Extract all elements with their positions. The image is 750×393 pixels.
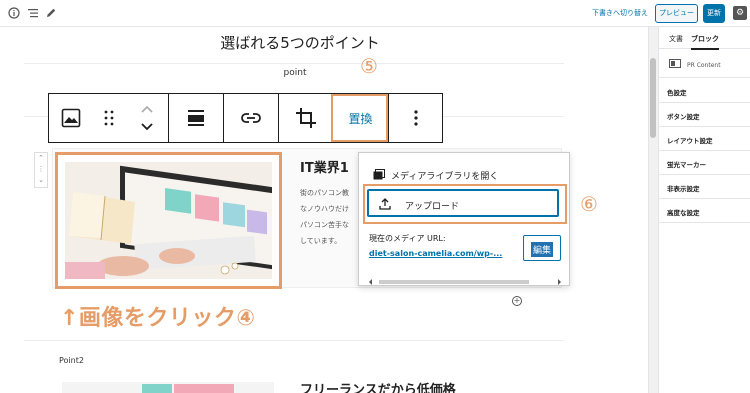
sidebar-divider — [659, 150, 750, 151]
crop-icon[interactable] — [279, 94, 332, 142]
article-text-line[interactable]: なノウハウだけ — [300, 204, 349, 214]
edit-url-label: 編集 — [531, 242, 554, 257]
block-card: PR Content — [669, 59, 721, 69]
block-name: PR Content — [687, 62, 721, 69]
click-image-annotation: ↑画像をクリック④ — [60, 306, 256, 331]
link-icon[interactable] — [224, 94, 278, 142]
media-library-icon — [373, 169, 385, 180]
toolbar-group-block-type — [49, 94, 169, 142]
divider — [24, 63, 564, 64]
sidebar-divider — [659, 174, 750, 175]
pencil-icon[interactable] — [45, 7, 57, 19]
sidebar-divider — [659, 77, 750, 78]
point2-label[interactable]: Point2 — [59, 356, 84, 365]
sidebar-panel-layout[interactable]: レイアウト設定 — [667, 135, 713, 145]
editor-top-bar: 下書きへ切り替え プレビュー 更新 ⚙ — [0, 0, 750, 27]
sidebar-panel-visibility[interactable]: 非表示設定 — [667, 183, 700, 193]
settings-sidebar: 文書 ブロック PR Content 色設定 ボタン設定 レイアウト設定 蛍光マ… — [658, 27, 750, 393]
sidebar-panel-advanced[interactable]: 高度な設定 — [667, 207, 700, 217]
edit-url-button[interactable]: 編集 — [523, 235, 561, 261]
switch-to-draft-link[interactable]: 下書きへ切り替え — [592, 8, 648, 18]
editor-scroll-thumb[interactable] — [650, 58, 656, 138]
open-media-library-label: メディアライブラリを開く — [391, 172, 499, 182]
article-text-line[interactable]: 街のパソコン教 — [300, 188, 349, 198]
sidebar-panel-color[interactable]: 色設定 — [667, 87, 687, 97]
toolbar-group-align — [169, 94, 224, 142]
toolbar-group-more — [389, 94, 442, 142]
sidebar-divider — [659, 102, 750, 103]
point2-image[interactable] — [62, 380, 274, 393]
align-icon[interactable] — [169, 94, 223, 142]
popover-horizontal-scrollbar[interactable] — [367, 271, 563, 285]
tab-document[interactable]: 文書 — [669, 34, 683, 44]
list-view-icon[interactable] — [27, 7, 39, 19]
point-label[interactable]: point — [270, 68, 320, 78]
add-block-icon[interactable]: + — [512, 296, 522, 306]
block-type-icon — [669, 59, 681, 68]
sidebar-panel-button[interactable]: ボタン設定 — [667, 111, 700, 121]
divider — [24, 340, 564, 341]
article-title[interactable]: IT業界1 — [300, 157, 349, 176]
section-heading[interactable]: 選ばれる5つのポイント — [150, 32, 450, 53]
block-mover-handle[interactable]: ⌃ ⋮ ⌄ — [34, 152, 48, 188]
open-media-library-item[interactable]: メディアライブラリを開く — [373, 169, 498, 182]
tab-block[interactable]: ブロック — [691, 34, 719, 50]
upload-highlight — [363, 184, 567, 224]
replace-button-highlight — [331, 94, 388, 142]
sidebar-divider — [659, 126, 750, 127]
point2-title[interactable]: フリーランスだから低価格 — [300, 379, 456, 393]
current-media-url-label: 現在のメディア URL: — [369, 234, 446, 243]
step-5-marker: ⑤ — [360, 54, 378, 78]
preview-button[interactable]: プレビュー — [655, 4, 698, 23]
current-media-url-link[interactable]: diet-salon-camelia.com/wp-... — [369, 249, 502, 258]
step-6-marker: ⑥ — [580, 192, 598, 216]
article-text-line[interactable]: しています。 — [300, 236, 341, 246]
sidebar-panel-marker[interactable]: 蛍光マーカー — [667, 159, 706, 169]
sidebar-tabs: 文書 ブロック — [659, 27, 750, 50]
sidebar-divider — [659, 222, 750, 223]
article-text-line[interactable]: パソコン苦手な — [300, 220, 349, 230]
image-block-icon[interactable] — [52, 94, 90, 142]
move-up-down-icon[interactable] — [128, 94, 166, 142]
toolbar-group-link — [224, 94, 279, 142]
selected-image-highlight[interactable] — [55, 152, 282, 289]
info-icon[interactable] — [8, 7, 20, 19]
more-options-icon[interactable] — [389, 94, 442, 142]
sidebar-divider — [659, 198, 750, 199]
update-button[interactable]: 更新 — [703, 4, 725, 23]
settings-gear-icon[interactable]: ⚙ — [733, 6, 747, 20]
drag-handle-icon[interactable] — [90, 94, 128, 142]
toolbar-group-crop — [279, 94, 333, 142]
pr-content-image[interactable] — [65, 162, 272, 279]
